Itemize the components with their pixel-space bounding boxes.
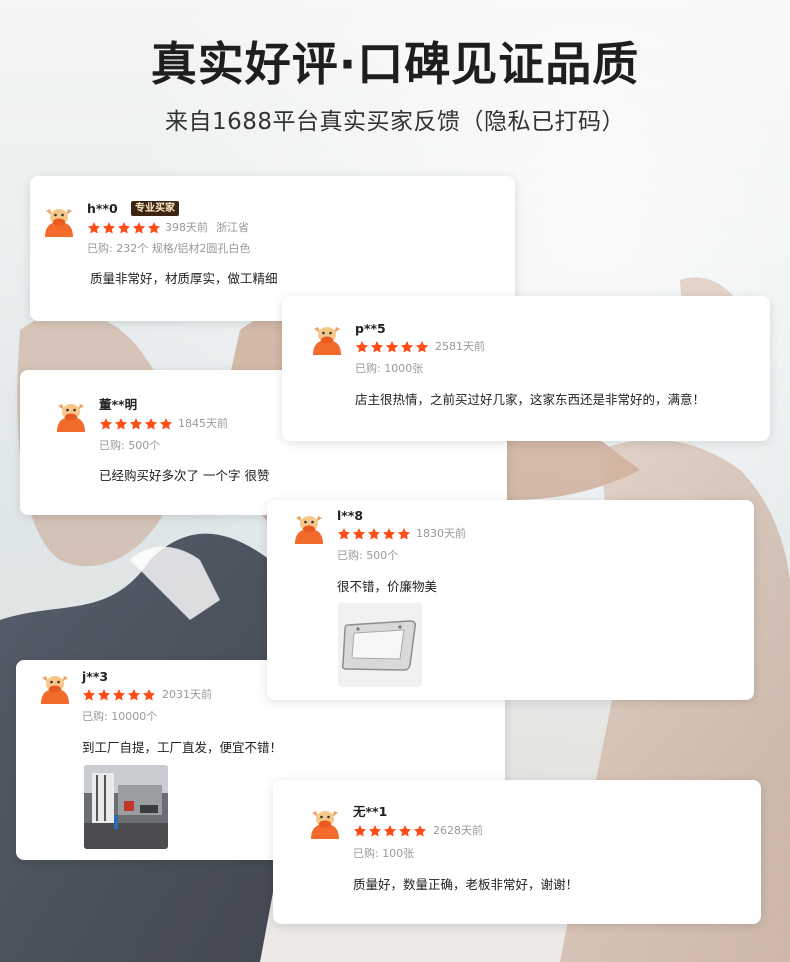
star-icon [368,825,382,837]
review-date: 398天前 [165,221,208,234]
star-icon [413,825,427,837]
star-icon [383,825,397,837]
reviewer-name: 无**1 [353,804,388,819]
review-comment: 很不错，价廉物美 [337,579,438,594]
purchase-info: 已购: 232个 规格/铝材2圆孔白色 [87,242,251,255]
star-icon [370,341,384,353]
review-date: 1830天前 [416,527,466,540]
star-icon [102,222,116,234]
bull-mascot-icon [45,209,73,237]
review-comment: 质量好，数量正确，老板非常好，谢谢！ [353,877,579,892]
star-icon [398,825,412,837]
bull-mascot-icon [313,327,341,355]
star-icon [337,528,351,540]
star-icon [415,341,429,353]
star-rating [87,221,161,235]
review-comment: 到工厂自提，工厂直发，便宜不错！ [82,740,283,755]
star-icon [352,528,366,540]
star-icon [127,689,141,701]
review-date: 2581天前 [435,340,485,353]
page-subtitle: 来自1688平台真实买家反馈（隐私已打码） [164,109,626,135]
factory-interior-photo [84,765,168,849]
star-rating [353,824,427,838]
review-date: 1845天前 [178,417,228,430]
bull-mascot-icon [295,516,323,544]
review-comment: 已经购买好多次了 一个字 很赞 [99,468,270,483]
star-icon [382,528,396,540]
star-icon [385,341,399,353]
star-icon [397,528,411,540]
star-icon [144,418,158,430]
star-icon [99,418,113,430]
purchase-info: 已购: 100张 [353,847,415,860]
star-icon [355,341,369,353]
review-card: 无**1 2628天前 已购: 100张 质量好，数量正确，老板非常好，谢谢！ [273,780,761,924]
star-icon [112,689,126,701]
review-date: 2628天前 [433,824,483,837]
review-comment: 店主很热情，之前买过好几家，这家东西还是非常好的，满意！ [355,392,706,407]
review-date: 2031天前 [162,688,212,701]
license-plate-frame-photo [338,603,422,687]
star-rating [82,688,156,702]
star-icon [132,222,146,234]
star-rating [99,417,173,431]
review-comment: 质量非常好，材质厚实，做工精细 [90,271,278,286]
star-icon [117,222,131,234]
review-card: l**8 1830天前 已购: 500个 很不错，价廉物美 [267,500,754,700]
star-icon [97,689,111,701]
star-icon [367,528,381,540]
purchase-info: 已购: 10000个 [82,710,158,723]
star-icon [147,222,161,234]
purchase-info: 已购: 500个 [99,439,161,452]
star-icon [159,418,173,430]
reviewer-name: h**0 [87,201,118,216]
star-icon [114,418,128,430]
star-icon [87,222,101,234]
reviewer-name: j**3 [82,669,109,684]
star-icon [129,418,143,430]
review-region: 浙江省 [216,221,249,234]
reviewer-name: 董**明 [99,397,138,412]
bull-mascot-icon [41,676,69,704]
purchase-info: 已购: 500个 [337,549,399,562]
bull-mascot-icon [311,811,339,839]
review-meta: 398天前 浙江省 [165,221,249,235]
star-icon [82,689,96,701]
star-icon [142,689,156,701]
star-icon [400,341,414,353]
reviewer-name: l**8 [337,508,364,523]
star-rating [355,340,429,354]
pro-buyer-badge: 专业买家 [131,201,179,216]
star-rating [337,527,411,541]
star-icon [353,825,367,837]
page-title: 真实好评·口碑见证品质 [150,37,640,91]
purchase-info: 已购: 1000张 [355,362,424,375]
review-card: p**5 2581天前 已购: 1000张 店主很热情，之前买过好几家，这家东西… [282,296,770,441]
reviewer-name: p**5 [355,321,386,336]
bull-mascot-icon [57,404,85,432]
